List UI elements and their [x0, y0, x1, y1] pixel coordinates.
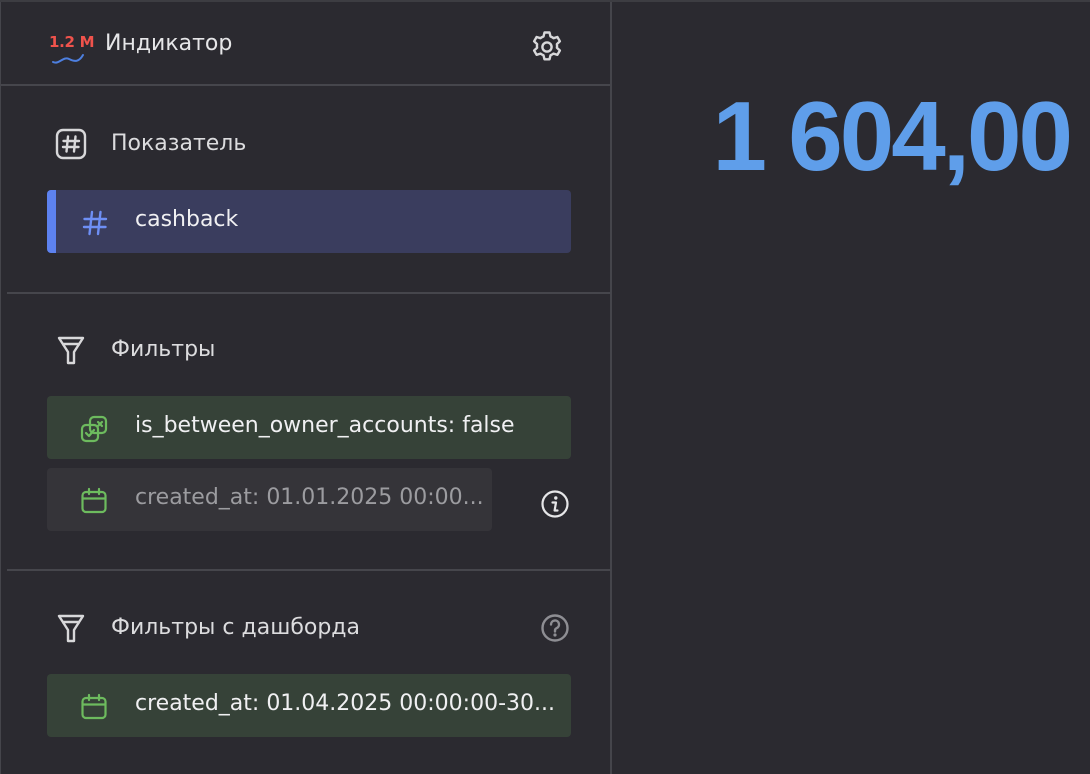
- filter-label: is_between_owner_accounts: false: [135, 413, 515, 438]
- calendar-icon: [81, 693, 107, 720]
- hash-icon: [82, 210, 108, 236]
- filter-chip-is-between-owner-accounts[interactable]: is_between_owner_accounts: false: [47, 396, 571, 459]
- question-icon: [541, 614, 569, 642]
- visualization-title: Индикатор: [105, 31, 233, 56]
- wizard-panel: 1.2 M Индикатор Показатель cashback Филь…: [0, 2, 612, 774]
- calendar-icon: [81, 487, 107, 514]
- measure-chip-cashback[interactable]: cashback: [47, 190, 571, 253]
- dashboard-filters-section-title: Фильтры с дашборда: [111, 615, 361, 640]
- logo-text: 1.2 M: [49, 33, 95, 51]
- info-icon: [541, 490, 569, 518]
- filter-chip-created-at[interactable]: created_at: 01.01.2025 00:00...: [47, 468, 492, 531]
- section-divider: [7, 292, 611, 294]
- measure-section-title: Показатель: [111, 131, 247, 156]
- indicator-value: 1 604,00: [712, 81, 1073, 191]
- app-root: 1.2 M Индикатор Показатель cashback Филь…: [0, 0, 1090, 774]
- funnel-icon: [57, 336, 85, 365]
- section-divider: [7, 569, 611, 571]
- visualization-header: 1.2 M Индикатор: [1, 2, 610, 86]
- measure-accent-bar: [47, 190, 56, 253]
- hash-square-icon: [55, 128, 87, 160]
- logo-wave-icon: [52, 54, 84, 64]
- filter-info-button[interactable]: [539, 488, 571, 520]
- measure-label: cashback: [135, 207, 239, 232]
- funnel-icon: [57, 614, 85, 643]
- dashboard-filter-chip-created-at[interactable]: created_at: 01.04.2025 00:00:00-30...: [47, 674, 571, 737]
- boolean-icon: [80, 415, 108, 443]
- dashboard-filters-help-button[interactable]: [539, 612, 571, 644]
- filters-section-title: Фильтры: [111, 337, 216, 362]
- gear-icon: [532, 31, 562, 61]
- settings-button[interactable]: [527, 27, 567, 67]
- filter-label: created_at: 01.01.2025 00:00...: [135, 485, 484, 510]
- filter-label: created_at: 01.04.2025 00:00:00-30...: [135, 691, 555, 716]
